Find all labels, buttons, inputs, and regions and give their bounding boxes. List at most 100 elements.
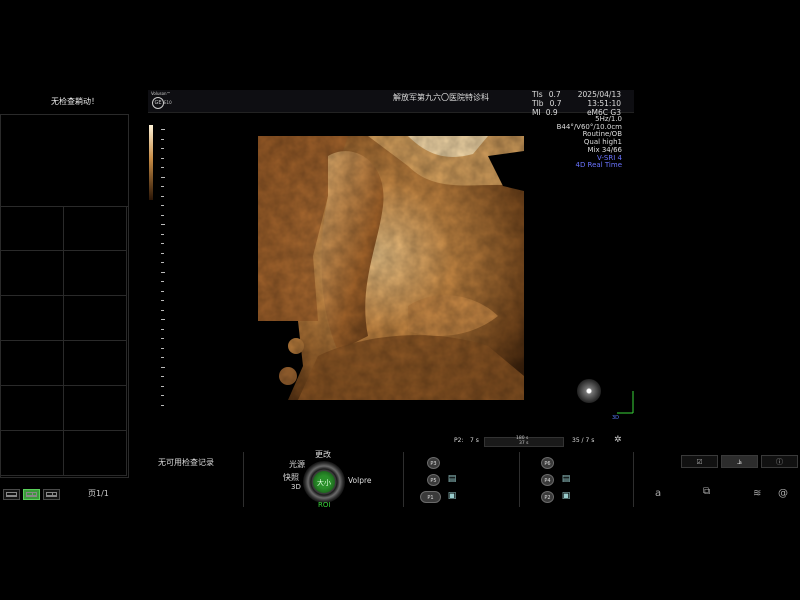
depth-tick [161,205,164,206]
depth-tick [161,243,164,244]
depth-tick [161,338,164,339]
save-icon[interactable]: ▣ [560,491,572,502]
cine-seconds: 7 s [470,437,479,444]
thumbnail-cell[interactable] [64,206,127,251]
checklist-icon[interactable]: ☑ [681,455,718,468]
orientation-ball[interactable] [577,379,601,403]
thumbnail-cell[interactable] [1,341,64,386]
p3-button[interactable]: P3 [427,457,440,469]
layout-1x2-button[interactable] [3,489,20,500]
hospital-name: 解放军第九六〇医院特诊科 [393,93,489,102]
network-icon[interactable]: ⧉ [703,486,710,497]
brand-line: Voluson™ [151,91,171,96]
safety-label: MI [532,108,541,117]
layout-3x3-button[interactable] [43,489,60,500]
depth-tick [161,176,165,178]
depth-tick [161,271,165,273]
thumbnail-cell[interactable] [1,251,64,296]
divider [403,452,404,507]
depth-tick [161,366,165,368]
knob-center-label: 大小 [317,479,331,487]
knob-3d-label[interactable]: 3D [291,483,301,491]
depth-tick [161,328,164,330]
time: 13:51:10 [587,99,621,108]
p4-button[interactable]: P4 [541,474,554,486]
depth-tick [161,281,164,282]
depth-tick [161,157,164,159]
knob-volpre-label[interactable]: Volpre [348,476,372,485]
save-icon[interactable]: ▣ [446,491,458,502]
chart-icon[interactable]: ⫡ [721,455,758,468]
depth-tick [161,167,164,168]
wifi-icon[interactable]: ≋ [753,488,761,499]
p1-button[interactable]: P1 [420,491,441,503]
depth-tick [161,395,164,396]
depth-tick [161,385,164,387]
a-label: a [655,488,662,499]
depth-tick [161,376,164,377]
safety-value: 0.7 [548,90,561,99]
thumbnail-large[interactable] [1,115,128,207]
thumbnail-cell[interactable] [64,431,127,476]
thumbnail-cell[interactable] [1,206,64,251]
depth-tick [161,300,164,301]
depth-tick [161,252,164,254]
thumbnail-grid [0,114,129,478]
depth-tick [161,148,164,149]
depth-tick [161,309,164,311]
cine-p2-label: P2: [454,437,464,444]
depth-tick [161,319,165,320]
print-icon[interactable]: ▤ [560,474,572,485]
thumbnail-cell[interactable] [64,251,127,296]
ge-logo: Voluson™ GE E10 [151,91,181,111]
depth-tick [161,357,164,358]
knob-light-label[interactable]: 光源 [289,459,305,470]
date-time: 2025/04/13 13:51:10 eM6C G3 [575,90,621,117]
safety-label: TIb [532,99,544,108]
depth-tick [161,262,164,263]
report-tabs: ☑ ⫡ ⓘ [681,455,799,469]
imaging-parameters: 5Hz/1.0 B44°/V60°/10.0cm Routine/OB Qual… [548,115,622,170]
thumbnail-cell[interactable] [64,386,127,431]
depth-tick [161,195,164,197]
info-icon[interactable]: ⓘ [761,455,798,468]
divider [633,452,634,507]
axes-label: 3D [612,415,620,421]
no-records-message: 无可用检查记录 [158,458,214,467]
gear-icon[interactable]: ✲ [614,435,622,445]
p6-button[interactable]: P6 [541,457,554,469]
depth-tick [161,404,164,406]
depth-tick [161,233,164,235]
thumbnail-cell[interactable] [1,296,64,341]
cine-frames: 35 / 7 s [572,437,595,444]
knob-change-label[interactable]: 更改 [315,449,331,460]
depth-tick [161,214,164,216]
depth-tick [161,129,165,130]
divider [243,452,244,507]
left-panel-title: 无检查耥动！ [51,97,99,106]
safety-value: 0.7 [549,99,562,108]
layout-2x2-button[interactable] [23,489,40,500]
thumbnail-cell[interactable] [1,386,64,431]
param-mode: 4D Real Time [575,161,622,170]
depth-tick [161,347,164,349]
depth-tick [161,224,165,225]
thumbnail-cell[interactable] [64,296,127,341]
thumbnail-cell[interactable] [1,431,64,476]
page-indicator: 页1/1 [88,489,109,498]
ultrasound-3d-rendering [258,136,524,400]
p2-button[interactable]: P2 [541,491,554,503]
p5-button[interactable]: P5 [427,474,440,486]
ge-mark: GE [152,97,164,109]
at-icon[interactable]: @ [778,488,788,499]
safety-indices: TIs 0.7 TIb 0.7 MI 0.9 [532,90,562,117]
knob-snapshot-label[interactable]: 快照 [283,472,299,483]
thumbnail-cell[interactable] [64,341,127,386]
depth-tick [161,138,164,140]
knob-roi-label[interactable]: ROI [318,501,330,509]
printer-icon[interactable]: ▤ [446,474,458,485]
model-line: E10 [164,100,172,105]
grayscale-bar [149,125,153,200]
depth-tick [161,186,164,187]
depth-tick [161,290,164,292]
